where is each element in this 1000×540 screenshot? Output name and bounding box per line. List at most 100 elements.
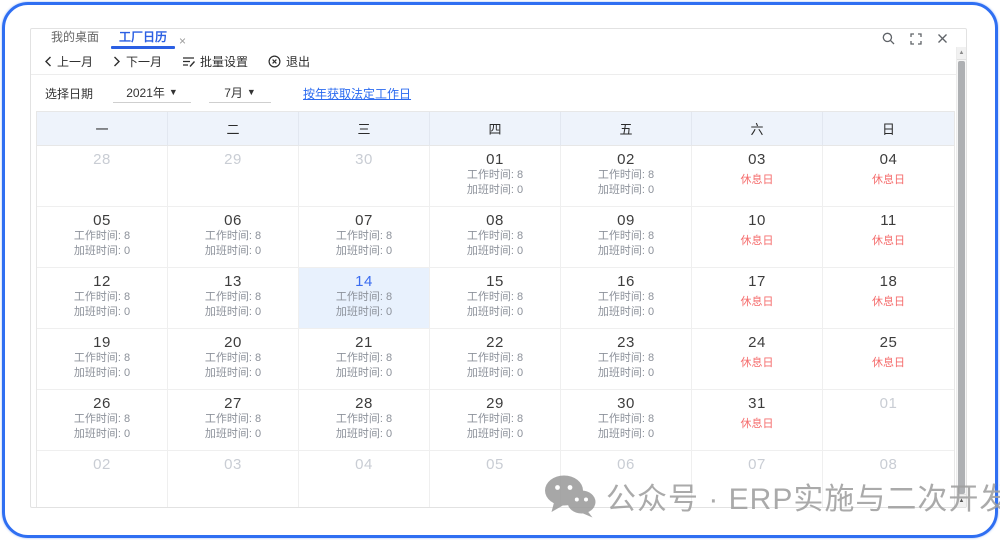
calendar-cell[interactable]: 11休息日 [823,207,954,268]
rest-day-label: 休息日 [692,171,822,187]
day-number: 19 [37,334,167,351]
next-month-label: 下一月 [126,53,162,70]
prev-month-button[interactable]: 上一月 [44,53,93,70]
calendar-cell[interactable]: 25休息日 [823,329,954,390]
day-time-line: 工作时间: 8 [37,290,167,305]
calendar-cell[interactable]: 10休息日 [692,207,823,268]
window-controls [882,32,948,45]
calendar-cell: 01 [823,390,954,451]
day-time-line: 加班时间: 0 [37,366,167,381]
day-time-line: 工作时间: 8 [37,412,167,427]
calendar-cell[interactable]: 27工作时间: 8加班时间: 0 [168,390,299,451]
calendar-cell[interactable]: 13工作时间: 8加班时间: 0 [168,268,299,329]
calendar-cell[interactable]: 15工作时间: 8加班时间: 0 [430,268,561,329]
day-time-line: 工作时间: 8 [561,351,691,366]
maximize-icon[interactable] [910,33,922,45]
day-number: 29 [430,395,560,412]
year-select-value: 2021年 [126,84,165,101]
day-number: 31 [692,395,822,412]
calendar-cell[interactable]: 02工作时间: 8加班时间: 0 [561,146,692,207]
day-number: 15 [430,273,560,290]
rest-day-label: 休息日 [692,354,822,370]
calendar-cell[interactable]: 23工作时间: 8加班时间: 0 [561,329,692,390]
calendar-cell[interactable]: 14工作时间: 8加班时间: 0 [299,268,430,329]
rest-day-label: 休息日 [692,232,822,248]
day-time-line: 工作时间: 8 [430,412,560,427]
rest-day-label: 休息日 [823,232,954,248]
day-number: 28 [299,395,429,412]
day-time-line: 工作时间: 8 [37,351,167,366]
caret-down-icon: ▼ [247,88,256,97]
day-number: 01 [823,395,954,412]
calendar-cell[interactable]: 17休息日 [692,268,823,329]
day-number: 01 [430,151,560,168]
weekday-header: 五 [561,112,692,146]
calendar-cell[interactable]: 29工作时间: 8加班时间: 0 [430,390,561,451]
month-select-value: 7月 [224,84,243,101]
year-select[interactable]: 2021年 ▼ [113,83,191,103]
exit-button[interactable]: 退出 [268,53,310,70]
calendar-cell[interactable]: 24休息日 [692,329,823,390]
calendar-cell[interactable]: 26工作时间: 8加班时间: 0 [37,390,168,451]
scrollbar-thumb[interactable] [958,61,965,494]
calendar-cell: 04 [299,451,430,508]
calendar-cell[interactable]: 18休息日 [823,268,954,329]
day-number: 02 [37,456,167,473]
tab-bar: 我的桌面 工厂日历 × [31,29,966,48]
calendar-cell[interactable]: 07工作时间: 8加班时间: 0 [299,207,430,268]
calendar-cell: 02 [37,451,168,508]
scroll-up-arrow[interactable]: ▲ [957,47,966,60]
calendar-header-row: 一二三四五六日 [37,112,954,146]
chevron-left-icon [44,56,52,67]
batch-settings-button[interactable]: 批量设置 [182,53,248,70]
calendar-cell[interactable]: 12工作时间: 8加班时间: 0 [37,268,168,329]
calendar-cell[interactable]: 03休息日 [692,146,823,207]
calendar-cell[interactable]: 30工作时间: 8加班时间: 0 [561,390,692,451]
day-time-line: 工作时间: 8 [168,229,298,244]
calendar-cell[interactable]: 21工作时间: 8加班时间: 0 [299,329,430,390]
day-time-line: 工作时间: 8 [430,229,560,244]
calendar-cell[interactable]: 09工作时间: 8加班时间: 0 [561,207,692,268]
calendar-cell[interactable]: 04休息日 [823,146,954,207]
tab-my-desktop[interactable]: 我的桌面 [41,28,109,48]
close-icon[interactable] [937,33,948,44]
vertical-scrollbar[interactable]: ▲ ▲ [956,47,966,507]
calendar-cell[interactable]: 05工作时间: 8加班时间: 0 [37,207,168,268]
day-time-line: 加班时间: 0 [430,183,560,198]
calendar-cell[interactable]: 20工作时间: 8加班时间: 0 [168,329,299,390]
calendar-cell[interactable]: 06工作时间: 8加班时间: 0 [168,207,299,268]
day-time-line: 加班时间: 0 [299,244,429,259]
day-time-line: 工作时间: 8 [299,229,429,244]
day-time-line: 加班时间: 0 [430,305,560,320]
calendar-cell[interactable]: 22工作时间: 8加班时间: 0 [430,329,561,390]
calendar-cell[interactable]: 31休息日 [692,390,823,451]
day-number: 22 [430,334,560,351]
day-time-line: 工作时间: 8 [168,290,298,305]
tab-factory-calendar[interactable]: 工厂日历 [109,28,177,48]
calendar-cell[interactable]: 08工作时间: 8加班时间: 0 [430,207,561,268]
select-date-label: 选择日期 [45,85,93,102]
day-time-line: 加班时间: 0 [168,366,298,381]
calendar-cell[interactable]: 28工作时间: 8加班时间: 0 [299,390,430,451]
month-select[interactable]: 7月 ▼ [209,83,271,103]
rest-day-label: 休息日 [692,293,822,309]
weekday-header: 四 [430,112,561,146]
next-month-button[interactable]: 下一月 [113,53,162,70]
day-number: 06 [561,456,691,473]
scroll-down-arrow[interactable]: ▲ [957,494,966,507]
day-time-line: 工作时间: 8 [430,290,560,305]
day-number: 18 [823,273,954,290]
calendar-cell[interactable]: 19工作时间: 8加班时间: 0 [37,329,168,390]
calendar-cell[interactable]: 01工作时间: 8加班时间: 0 [430,146,561,207]
day-number: 26 [37,395,167,412]
calendar-cell: 05 [430,451,561,508]
day-number: 04 [299,456,429,473]
day-number: 08 [823,456,954,473]
tab-close-icon[interactable]: × [179,34,186,48]
fetch-legal-workdays-link[interactable]: 按年获取法定工作日 [303,85,411,102]
day-time-line: 工作时间: 8 [561,290,691,305]
day-time-line: 工作时间: 8 [561,412,691,427]
search-icon[interactable] [882,32,895,45]
calendar-cell[interactable]: 16工作时间: 8加班时间: 0 [561,268,692,329]
calendar-cell: 28 [37,146,168,207]
